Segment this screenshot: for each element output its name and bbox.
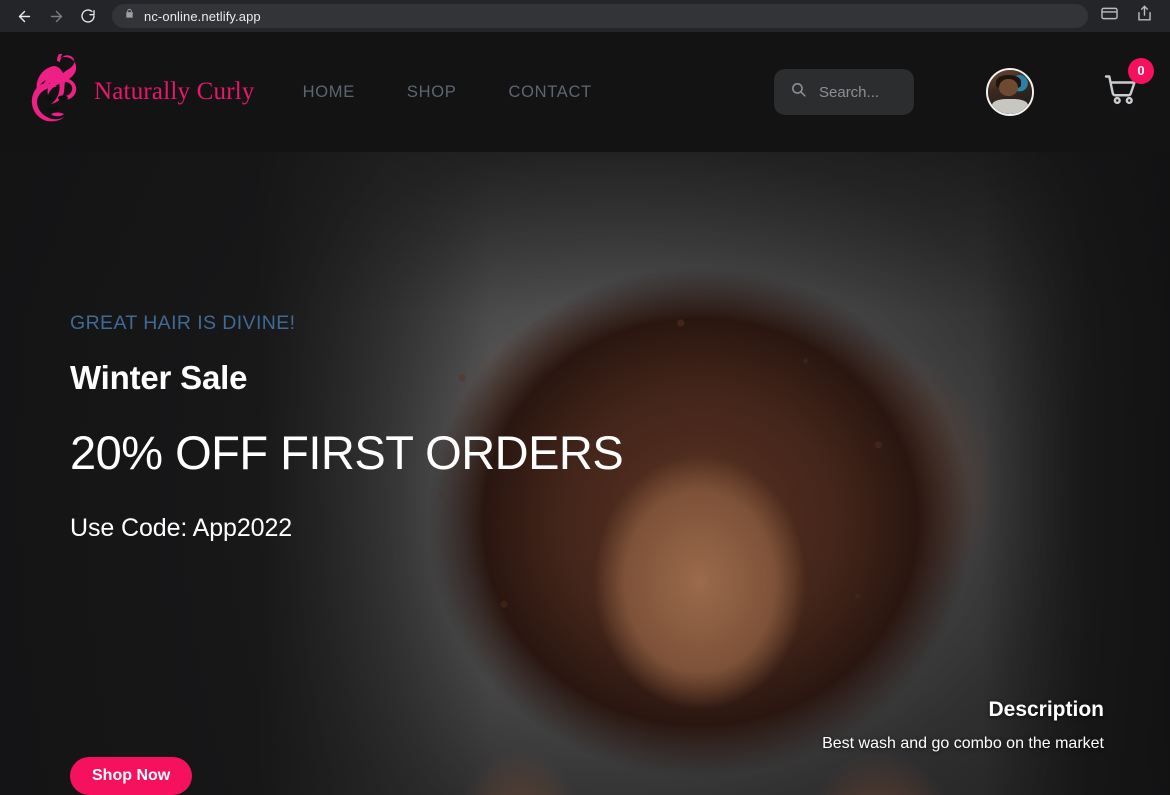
description-block: Description Best wash and go combo on th… xyxy=(822,698,1104,753)
share-icon[interactable] xyxy=(1135,4,1154,28)
nav-item-home[interactable]: HOME xyxy=(303,83,355,102)
hero-content: GREAT HAIR IS DIVINE! Winter Sale 20% OF… xyxy=(70,312,690,543)
cart-button[interactable]: 0 xyxy=(1102,57,1154,113)
hero-eyebrow: GREAT HAIR IS DIVINE! xyxy=(70,312,296,334)
search-placeholder: Search... xyxy=(819,83,880,101)
shopping-cart-icon xyxy=(1102,74,1140,112)
back-button[interactable] xyxy=(10,2,38,30)
cart-count-badge: 0 xyxy=(1128,57,1154,84)
reload-button[interactable] xyxy=(74,2,102,30)
payment-card-icon[interactable] xyxy=(1100,4,1119,28)
url-text: nc-online.netlify.app xyxy=(144,8,261,24)
brand-name: Naturally Curly xyxy=(94,78,255,105)
forward-button[interactable] xyxy=(42,2,70,30)
hero-title: Winter Sale xyxy=(70,359,248,396)
lock-icon xyxy=(124,7,135,25)
shop-now-button[interactable]: Shop Now xyxy=(70,757,193,795)
site-header: Naturally Curly HOME SHOP CONTACT Search… xyxy=(0,32,1170,152)
hero-banner: GREAT HAIR IS DIVINE! Winter Sale 20% OF… xyxy=(0,152,1170,795)
hero-headline: 20% OFF FIRST ORDERS xyxy=(70,426,624,479)
hero-promo-code: Use Code: App2022 xyxy=(70,514,293,542)
browser-toolbar: nc-online.netlify.app xyxy=(0,0,1170,32)
description-title: Description xyxy=(988,698,1104,721)
description-text: Best wash and go combo on the market xyxy=(822,735,1104,752)
avatar[interactable] xyxy=(986,68,1034,116)
site-logo[interactable]: Naturally Curly xyxy=(30,48,255,130)
curly-hair-woman-logo-icon xyxy=(30,48,96,130)
nav-item-contact[interactable]: CONTACT xyxy=(508,83,591,102)
avatar-body xyxy=(992,99,1028,114)
back-arrow-icon xyxy=(16,8,33,25)
address-bar[interactable]: nc-online.netlify.app xyxy=(112,4,1088,28)
browser-toolbar-actions xyxy=(1100,4,1160,28)
nav-item-shop[interactable]: SHOP xyxy=(407,83,457,102)
avatar-face xyxy=(999,78,1018,97)
reload-icon xyxy=(80,8,96,24)
main-navigation: HOME SHOP CONTACT xyxy=(303,83,592,102)
forward-arrow-icon xyxy=(48,8,65,25)
search-input[interactable]: Search... xyxy=(774,69,914,115)
search-icon xyxy=(790,81,807,103)
